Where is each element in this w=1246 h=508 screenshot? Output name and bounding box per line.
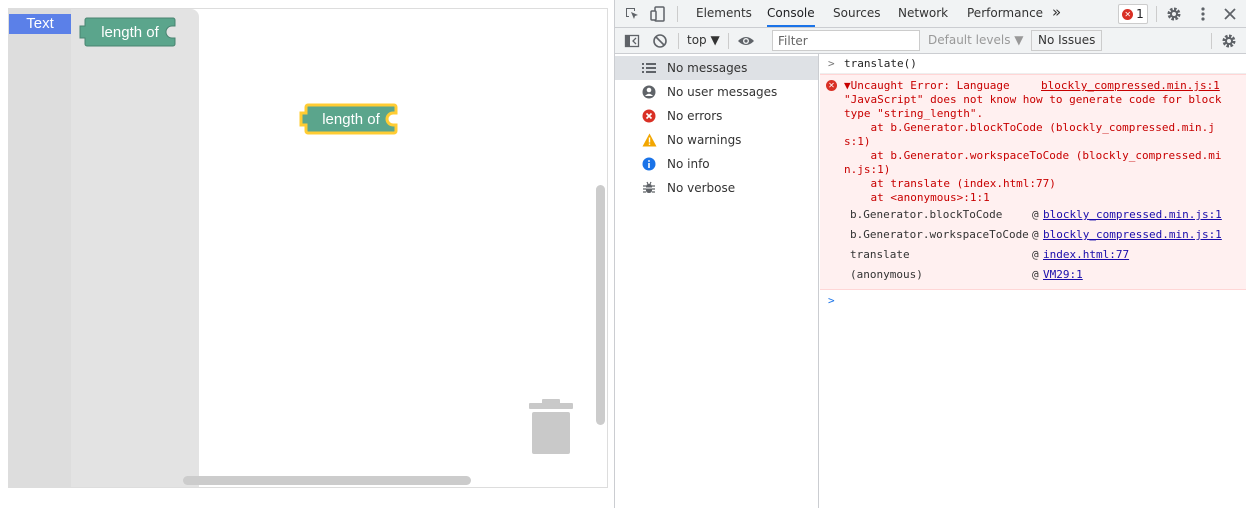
console-output: > translate() ✕ ▼Uncaught Error: Languag… (820, 54, 1246, 508)
user-icon (641, 84, 657, 100)
prompt-chevron-icon: > (828, 57, 835, 70)
levels-label: Default levels (928, 33, 1011, 47)
eye-icon[interactable] (737, 33, 754, 49)
close-icon[interactable] (1222, 6, 1238, 22)
sidebar-item-label: No user messages (667, 85, 778, 99)
sidebar-item-label: No messages (667, 61, 748, 75)
tab-sources[interactable]: Sources (833, 0, 880, 27)
context-selector[interactable]: top ▼ (687, 28, 720, 53)
error-line[interactable]: s:1) (844, 135, 871, 149)
flyout-length-of-block[interactable]: length of (79, 16, 181, 48)
stack-source-link[interactable]: index.html:77 (1043, 245, 1129, 265)
stack-at: @ (1032, 248, 1039, 261)
sidebar-toggle-icon[interactable] (624, 33, 640, 49)
sidebar-item-label: No verbose (667, 181, 736, 195)
dropdown-arrow-icon: ▼ (710, 33, 720, 47)
stack-function: b.Generator.workspaceToCode (850, 228, 1029, 241)
error-icon: ✕ (826, 80, 837, 91)
sidebar-item-warnings[interactable]: No warnings (615, 128, 818, 152)
stack-source-link[interactable]: blockly_compressed.min.js:1 (1043, 205, 1222, 225)
sidebar-item-label: No warnings (667, 133, 742, 147)
error-line: at <anonymous>:1:1 (844, 191, 990, 204)
stack-row: (anonymous) @ VM29:1 (850, 265, 1240, 285)
block-label: length of (322, 110, 380, 128)
issues-button[interactable]: No Issues (1031, 30, 1103, 51)
divider (677, 6, 678, 22)
filter-input[interactable] (772, 30, 920, 51)
stack-row: translate @ index.html:77 (850, 245, 1240, 265)
console-settings-gear-icon[interactable] (1221, 33, 1237, 49)
console-error-message[interactable]: ✕ ▼Uncaught Error: Language blockly_comp… (820, 74, 1246, 290)
error-line[interactable]: ▼Uncaught Error: Language (844, 79, 1010, 93)
bug-icon (641, 180, 657, 196)
workspace-length-of-block[interactable]: length of (299, 102, 403, 136)
kebab-menu-icon[interactable] (1195, 6, 1211, 22)
error-line[interactable]: n.js:1) (844, 163, 890, 177)
blockly-workspace[interactable]: Text length of length of (8, 8, 608, 488)
console-sidebar: No messages No user messages No errors N… (615, 54, 819, 508)
divider (1156, 6, 1157, 22)
device-toolbar-icon[interactable] (650, 6, 666, 22)
settings-gear-icon[interactable] (1166, 6, 1182, 22)
stack-row: b.Generator.workspaceToCode @ blockly_co… (850, 225, 1240, 245)
console-command-row: > translate() (820, 54, 1246, 74)
sidebar-item-messages[interactable]: No messages (615, 56, 818, 80)
sidebar-item-verbose[interactable]: No verbose (615, 176, 818, 200)
stack-source-link[interactable]: blockly_compressed.min.js:1 (1043, 225, 1222, 245)
stack-function: b.Generator.blockToCode (850, 208, 1003, 221)
error-count-badge[interactable]: ✕ 1 (1118, 4, 1148, 24)
vertical-scrollbar[interactable] (596, 185, 605, 425)
more-tabs-button[interactable]: » (1052, 0, 1061, 27)
error-line[interactable]: at translate (index.html:77) (844, 177, 1055, 191)
divider (728, 33, 729, 49)
clear-console-icon[interactable] (652, 33, 668, 49)
log-levels-dropdown[interactable]: Default levels ▼ (928, 28, 1024, 53)
devtools-panel: Elements Console Sources Network Perform… (614, 0, 1246, 508)
console-toolbar: top ▼ Default levels ▼ No Issues (615, 28, 1246, 54)
error-line[interactable]: at b.Generator.workspaceToCode (blockly_… (844, 149, 1221, 163)
inspect-element-icon[interactable] (624, 6, 640, 22)
sidebar-item-label: No errors (667, 109, 723, 123)
toolbox-category-text[interactable]: Text (9, 14, 71, 34)
block-label: length of (101, 23, 159, 41)
error-line[interactable]: at b.Generator.blockToCode (blockly_comp… (844, 121, 1214, 135)
toolbox: Text (9, 9, 71, 487)
tab-console[interactable]: Console (767, 0, 815, 27)
stack-at: @ (1032, 268, 1039, 281)
list-icon (641, 60, 657, 76)
tab-network[interactable]: Network (898, 0, 948, 27)
info-icon (641, 156, 657, 172)
devtools-tab-bar: Elements Console Sources Network Perform… (615, 0, 1246, 28)
console-command: translate() (844, 57, 917, 70)
tab-performance[interactable]: Performance (967, 0, 1043, 27)
divider (1211, 33, 1212, 49)
stack-at: @ (1032, 228, 1039, 241)
error-source-link[interactable]: blockly_compressed.min.js:1 (1041, 79, 1220, 93)
error-count: 1 (1136, 7, 1144, 21)
flyout: length of (71, 9, 199, 487)
sidebar-item-errors[interactable]: No errors (615, 104, 818, 128)
sidebar-item-user-messages[interactable]: No user messages (615, 80, 818, 104)
stack-source-link[interactable]: VM29:1 (1043, 265, 1083, 285)
warning-icon (641, 132, 657, 148)
dropdown-arrow-icon: ▼ (1014, 33, 1024, 47)
error-line: "JavaScript" does not know how to genera… (844, 93, 1222, 106)
divider (678, 33, 679, 49)
stack-function: translate (850, 248, 910, 261)
sidebar-item-info[interactable]: No info (615, 152, 818, 176)
trash-icon[interactable] (529, 399, 573, 461)
error-icon: ✕ (1122, 8, 1134, 20)
horizontal-scrollbar[interactable] (183, 476, 471, 485)
context-label: top (687, 33, 707, 47)
console-input-prompt[interactable]: > (820, 291, 1246, 311)
tab-elements[interactable]: Elements (696, 0, 752, 27)
prompt-chevron-icon: > (828, 294, 835, 307)
stack-function: (anonymous) (850, 268, 923, 281)
error-icon (641, 108, 657, 124)
stack-at: @ (1032, 208, 1039, 221)
sidebar-item-label: No info (667, 157, 710, 171)
error-line: type "string_length". (844, 107, 984, 120)
stack-row: b.Generator.blockToCode @ blockly_compre… (850, 205, 1240, 225)
